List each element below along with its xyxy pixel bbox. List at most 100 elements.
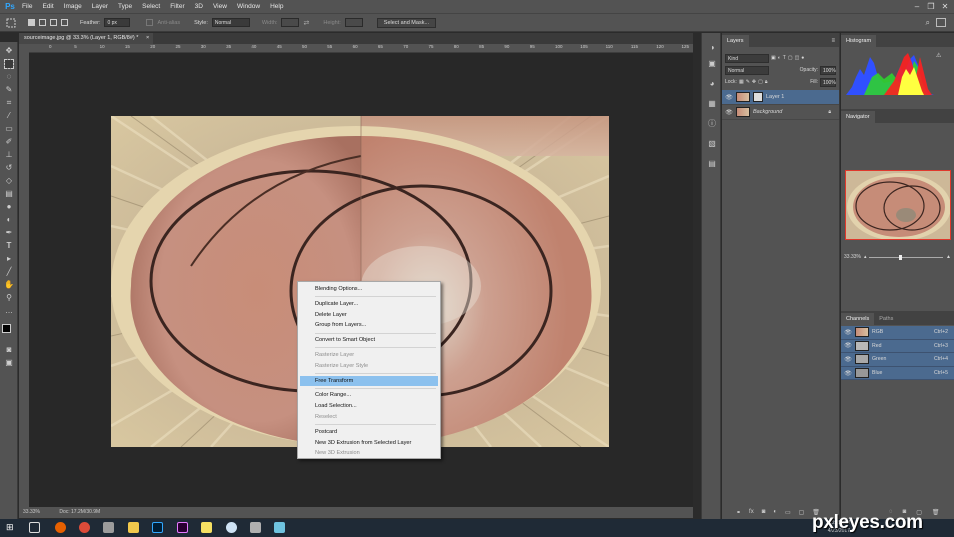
channel-row[interactable]: 👁︎ RGB Ctrl+2 (841, 326, 954, 340)
rectangular-marquee-tool-icon[interactable] (4, 59, 14, 69)
visibility-eye-icon[interactable]: 👁︎ (725, 94, 733, 101)
filter-type-icon[interactable]: T (783, 55, 786, 61)
tab-histogram[interactable]: Histogram (841, 35, 877, 47)
menu-layer[interactable]: Layer (87, 0, 113, 13)
clone-stamp-tool-icon[interactable]: ⊥ (4, 150, 14, 160)
layer-style-icon[interactable]: fx (749, 509, 754, 516)
zoom-level[interactable]: 33.33% (23, 509, 40, 515)
tab-navigator[interactable]: Navigator (841, 111, 875, 123)
layer-thumbnail[interactable] (736, 107, 750, 117)
subtract-selection-icon[interactable] (50, 19, 57, 26)
document-tab[interactable]: sourceimage.jpg @ 33.3% (Layer 1, RGB/8#… (19, 33, 153, 44)
layer-row[interactable]: 👁︎ Layer 1 (722, 90, 839, 105)
kind-filter-select[interactable]: Kind (725, 53, 769, 63)
screen-mode-icon[interactable]: ▣ (4, 358, 14, 368)
close-window-button[interactable]: ✕ (938, 0, 952, 13)
lock-artboard-icon[interactable]: ▢ (758, 79, 763, 85)
context-menu-item-duplicate-layer[interactable]: Duplicate Layer... (298, 299, 440, 310)
blend-mode-select[interactable]: Normal (725, 65, 769, 75)
zoom-slider[interactable] (869, 254, 944, 260)
zoom-out-icon[interactable]: ▴ (864, 254, 867, 260)
visibility-eye-icon[interactable]: 👁︎ (844, 342, 852, 349)
workspace-icon[interactable] (936, 18, 946, 27)
new-layer-icon[interactable]: ▢ (799, 509, 805, 516)
eyedropper-tool-icon[interactable]: ⁄ (4, 111, 14, 121)
history-brush-tool-icon[interactable]: ↺ (4, 163, 14, 173)
layer-name[interactable]: Layer 1 (766, 94, 784, 100)
context-menu-item-group-from-layers[interactable]: Group from Layers... (298, 320, 440, 331)
filter-shape-icon[interactable]: ▢ (788, 55, 793, 61)
context-menu-item-new-3d-extrusion-from-selected-layer[interactable]: New 3D Extrusion from Selected Layer (298, 438, 440, 449)
new-group-icon[interactable]: ▭ (785, 509, 791, 516)
more-tools-icon[interactable]: … (4, 306, 14, 316)
pen-tool-icon[interactable]: ✒ (4, 228, 14, 238)
app-icon-1[interactable] (226, 522, 237, 533)
healing-brush-tool-icon[interactable]: ▭ (4, 124, 14, 134)
lock-pixels-icon[interactable]: ▦ (739, 79, 744, 85)
channel-row[interactable]: 👁︎ Red Ctrl+3 (841, 339, 954, 354)
tab-paths[interactable]: Paths (874, 313, 898, 325)
menu-3d[interactable]: 3D (190, 0, 208, 13)
menu-filter[interactable]: Filter (165, 0, 189, 13)
antialias-checkbox[interactable] (146, 19, 154, 26)
menu-type[interactable]: Type (113, 0, 137, 13)
swatches-icon[interactable]: ▦ (707, 99, 717, 109)
app-icon-3[interactable] (274, 522, 285, 533)
close-tab-icon[interactable]: × (146, 35, 149, 41)
move-tool-icon[interactable]: ✥ (4, 46, 14, 56)
context-menu-item-blending-options[interactable]: Blending Options... (298, 284, 440, 295)
height-input[interactable] (344, 18, 363, 27)
context-menu-item-free-transform[interactable]: Free Transform (300, 375, 438, 387)
lock-icon[interactable]: 🔒︎ (828, 109, 831, 115)
navigator-preview[interactable] (845, 170, 951, 240)
menu-view[interactable]: View (208, 0, 232, 13)
visibility-eye-icon[interactable]: 👁︎ (844, 370, 852, 377)
history-icon[interactable]: ▤ (707, 159, 717, 169)
app-icon-2[interactable] (250, 522, 261, 533)
context-menu-item-convert-to-smart-object[interactable]: Convert to Smart Object (298, 335, 440, 346)
new-selection-icon[interactable] (28, 19, 35, 26)
context-menu-item-color-range[interactable]: Color Range... (298, 390, 440, 401)
properties-icon[interactable]: ▣ (707, 59, 717, 69)
firefox-icon[interactable] (55, 522, 66, 533)
tab-channels[interactable]: Channels (841, 313, 875, 325)
file-explorer-icon[interactable] (128, 522, 139, 533)
visibility-eye-icon[interactable]: 👁︎ (844, 329, 852, 336)
type-tool-icon[interactable]: T (4, 241, 14, 251)
lock-move-icon[interactable]: ✥ (752, 79, 756, 85)
libraries-icon[interactable]: ▧ (707, 139, 717, 149)
menu-edit[interactable]: Edit (37, 0, 58, 13)
color-icon[interactable]: ◕ (707, 79, 717, 89)
line-tool-icon[interactable]: ╱ (4, 267, 14, 277)
crop-tool-icon[interactable]: ⌗ (4, 98, 14, 108)
gradient-tool-icon[interactable]: ▤ (4, 189, 14, 199)
dodge-tool-icon[interactable]: ◐ (4, 215, 14, 225)
context-menu-item-load-selection[interactable]: Load Selection... (298, 401, 440, 412)
filter-pixel-icon[interactable]: ▣ (771, 55, 776, 61)
filter-toggle-icon[interactable]: ● (801, 55, 804, 61)
chrome-icon[interactable] (79, 522, 90, 533)
quick-mask-icon[interactable]: ◙ (4, 345, 14, 355)
zoom-in-icon[interactable]: ▲ (946, 254, 951, 260)
lock-all-icon[interactable]: 🔒︎ (765, 79, 768, 85)
minimize-button[interactable]: – (910, 0, 924, 13)
menu-help[interactable]: Help (265, 0, 288, 13)
intersect-selection-icon[interactable] (61, 19, 68, 26)
delete-channel-icon[interactable]: 🗑︎ (932, 509, 940, 516)
foreground-color-swatch[interactable] (2, 324, 11, 333)
eraser-tool-icon[interactable]: ◇ (4, 176, 14, 186)
menu-file[interactable]: File (17, 0, 37, 13)
sticky-notes-icon[interactable] (201, 522, 212, 533)
menu-window[interactable]: Window (232, 0, 265, 13)
fill-input[interactable]: 100% (820, 77, 836, 87)
context-menu-item-delete-layer[interactable]: Delete Layer (298, 310, 440, 321)
marquee-tool-icon[interactable] (6, 18, 16, 28)
lock-paint-icon[interactable]: ✎ (746, 79, 750, 85)
layer-name[interactable]: Background (753, 109, 782, 115)
filter-smart-icon[interactable]: ◫ (795, 55, 800, 61)
channel-row[interactable]: 👁︎ Blue Ctrl+5 (841, 366, 954, 381)
media-icon[interactable] (103, 522, 114, 533)
layer-row[interactable]: 👁︎ Background 🔒︎ (722, 105, 839, 120)
start-icon[interactable]: ⊞ (6, 522, 17, 533)
context-menu-item-postcard[interactable]: Postcard (298, 427, 440, 438)
